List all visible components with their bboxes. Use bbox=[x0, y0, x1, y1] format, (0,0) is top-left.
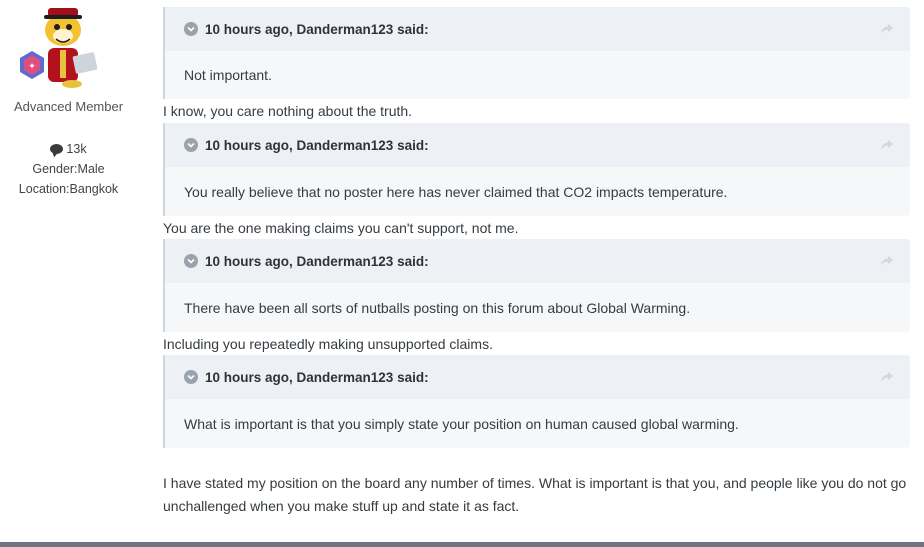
quote-citation-text: 10 hours ago, Danderman123 said: bbox=[205, 137, 429, 153]
author-meta: 13k Gender:Male Location:Bangkok bbox=[0, 139, 137, 199]
share-arrow-icon[interactable] bbox=[880, 23, 894, 35]
closing-paragraph: I have stated my position on the board a… bbox=[163, 475, 907, 514]
avatar[interactable]: ✦ bbox=[8, 0, 102, 92]
quote-body: Not important. bbox=[184, 67, 272, 83]
quote-citation-text: 10 hours ago, Danderman123 said: bbox=[205, 369, 429, 385]
chevron-down-icon[interactable] bbox=[184, 22, 198, 36]
post-count: 13k bbox=[0, 139, 137, 159]
chevron-down-icon[interactable] bbox=[184, 138, 198, 152]
reply-text: Including you repeatedly making unsuppor… bbox=[163, 336, 493, 352]
post-divider bbox=[0, 542, 924, 547]
comment-icon bbox=[50, 144, 64, 154]
quote-citation[interactable]: 10 hours ago, Danderman123 said: bbox=[165, 7, 910, 51]
quote-citation-text: 10 hours ago, Danderman123 said: bbox=[205, 21, 429, 37]
chevron-down-icon[interactable] bbox=[184, 370, 198, 384]
quote-body: You really believe that no poster here h… bbox=[184, 183, 728, 200]
author-gender: Gender:Male bbox=[32, 162, 105, 176]
quote-body: There have been all sorts of nutballs po… bbox=[184, 299, 691, 316]
share-arrow-icon[interactable] bbox=[880, 139, 894, 151]
blockquote: 10 hours ago, Danderman123 said: There h… bbox=[163, 239, 910, 332]
reply-text: I know, you care nothing about the truth… bbox=[163, 103, 413, 119]
author-location: Location:Bangkok bbox=[18, 182, 119, 196]
share-arrow-icon[interactable] bbox=[880, 255, 894, 267]
quote-body: What is important is that you simply sta… bbox=[184, 415, 739, 432]
chevron-down-icon[interactable] bbox=[184, 254, 198, 268]
blockquote: 10 hours ago, Danderman123 said: Not imp… bbox=[163, 7, 910, 99]
quote-citation[interactable]: 10 hours ago, Danderman123 said: bbox=[165, 355, 910, 399]
quote-citation[interactable]: 10 hours ago, Danderman123 said: bbox=[165, 123, 910, 167]
reply-text: You are the one making claims you can't … bbox=[163, 220, 519, 236]
blockquote: 10 hours ago, Danderman123 said: You rea… bbox=[163, 123, 910, 216]
blockquote: 10 hours ago, Danderman123 said: What is… bbox=[163, 355, 910, 448]
post-count-value: 13k bbox=[66, 142, 87, 156]
svg-text:✦: ✦ bbox=[28, 62, 36, 72]
member-title: Advanced Member bbox=[13, 99, 124, 114]
rank-badge-icon: ✦ bbox=[20, 51, 44, 79]
quote-citation-text: 10 hours ago, Danderman123 said: bbox=[205, 253, 429, 269]
quote-citation[interactable]: 10 hours ago, Danderman123 said: bbox=[165, 239, 910, 283]
share-arrow-icon[interactable] bbox=[880, 371, 894, 383]
